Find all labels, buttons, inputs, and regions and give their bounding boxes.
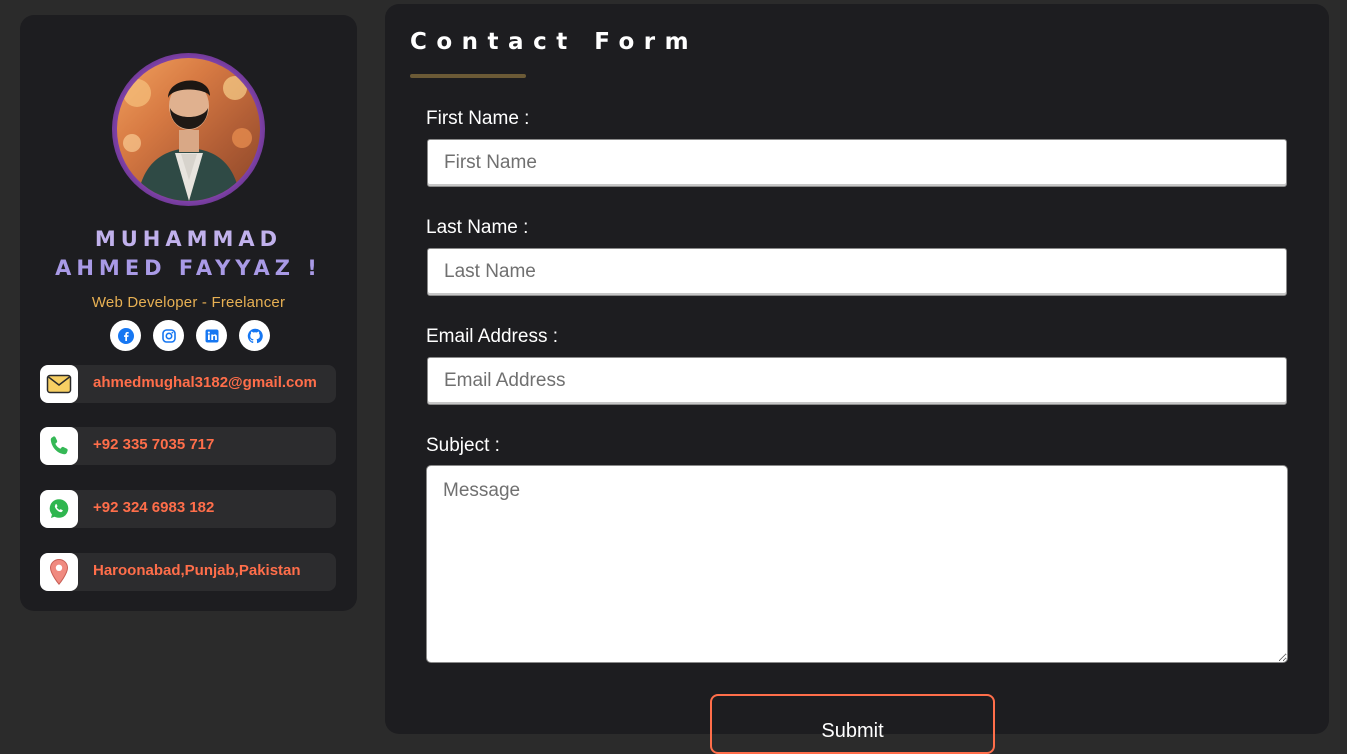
avatar-ring bbox=[112, 53, 265, 206]
contact-location-text[interactable]: Haroonabad,Punjab,Pakistan bbox=[93, 553, 301, 589]
contact-email-text[interactable]: ahmedmughal3182@gmail.com bbox=[93, 365, 317, 401]
contact-phone[interactable]: +92 335 7035 717 bbox=[40, 427, 336, 465]
form-title: Contact Form bbox=[410, 29, 699, 55]
linkedin-link[interactable] bbox=[196, 320, 227, 351]
email-label: Email Address : bbox=[426, 326, 558, 347]
profile-role: Web Developer - Freelancer bbox=[91, 294, 286, 311]
instagram-icon bbox=[161, 328, 176, 343]
whatsapp-icon bbox=[49, 499, 69, 518]
contact-location[interactable]: Haroonabad,Punjab,Pakistan bbox=[40, 553, 336, 591]
profile-card: MUHAMMAD AHMED FAYYAZ ! Web Developer - … bbox=[20, 15, 357, 611]
social-links bbox=[110, 320, 270, 351]
contact-icon-box bbox=[40, 427, 78, 465]
profile-name: MUHAMMAD AHMED FAYYAZ ! bbox=[20, 225, 357, 283]
contact-phone-text[interactable]: +92 335 7035 717 bbox=[93, 427, 214, 463]
title-underline bbox=[410, 74, 526, 78]
submit-button[interactable]: Submit bbox=[710, 694, 995, 754]
last-name-input[interactable] bbox=[427, 248, 1287, 296]
linkedin-icon bbox=[205, 329, 218, 342]
facebook-link[interactable] bbox=[110, 320, 141, 351]
avatar bbox=[117, 58, 260, 201]
profile-name-line2: AHMED FAYYAZ ! bbox=[55, 256, 322, 280]
facebook-icon bbox=[117, 327, 134, 344]
github-link[interactable] bbox=[239, 320, 270, 351]
first-name-input[interactable] bbox=[427, 139, 1287, 187]
subject-label: Subject : bbox=[426, 435, 500, 456]
contact-whatsapp-text[interactable]: +92 324 6983 182 bbox=[93, 490, 214, 526]
last-name-label: Last Name : bbox=[426, 217, 529, 238]
contact-email[interactable]: ahmedmughal3182@gmail.com bbox=[40, 365, 336, 403]
email-input[interactable] bbox=[427, 357, 1287, 405]
first-name-label: First Name : bbox=[426, 108, 530, 129]
contact-form-panel: Contact Form First Name : Last Name : Em… bbox=[385, 4, 1329, 754]
profile-name-line1: MUHAMMAD bbox=[94, 227, 283, 251]
contact-icon-box bbox=[40, 490, 78, 528]
location-pin-icon bbox=[49, 558, 69, 585]
contact-icon-box bbox=[40, 553, 78, 591]
contact-whatsapp[interactable]: +92 324 6983 182 bbox=[40, 490, 336, 528]
phone-icon bbox=[50, 436, 68, 455]
mail-icon bbox=[46, 374, 72, 394]
message-textarea[interactable] bbox=[426, 465, 1288, 663]
instagram-link[interactable] bbox=[153, 320, 184, 351]
contact-icon-box bbox=[40, 365, 78, 403]
github-icon bbox=[247, 328, 263, 343]
